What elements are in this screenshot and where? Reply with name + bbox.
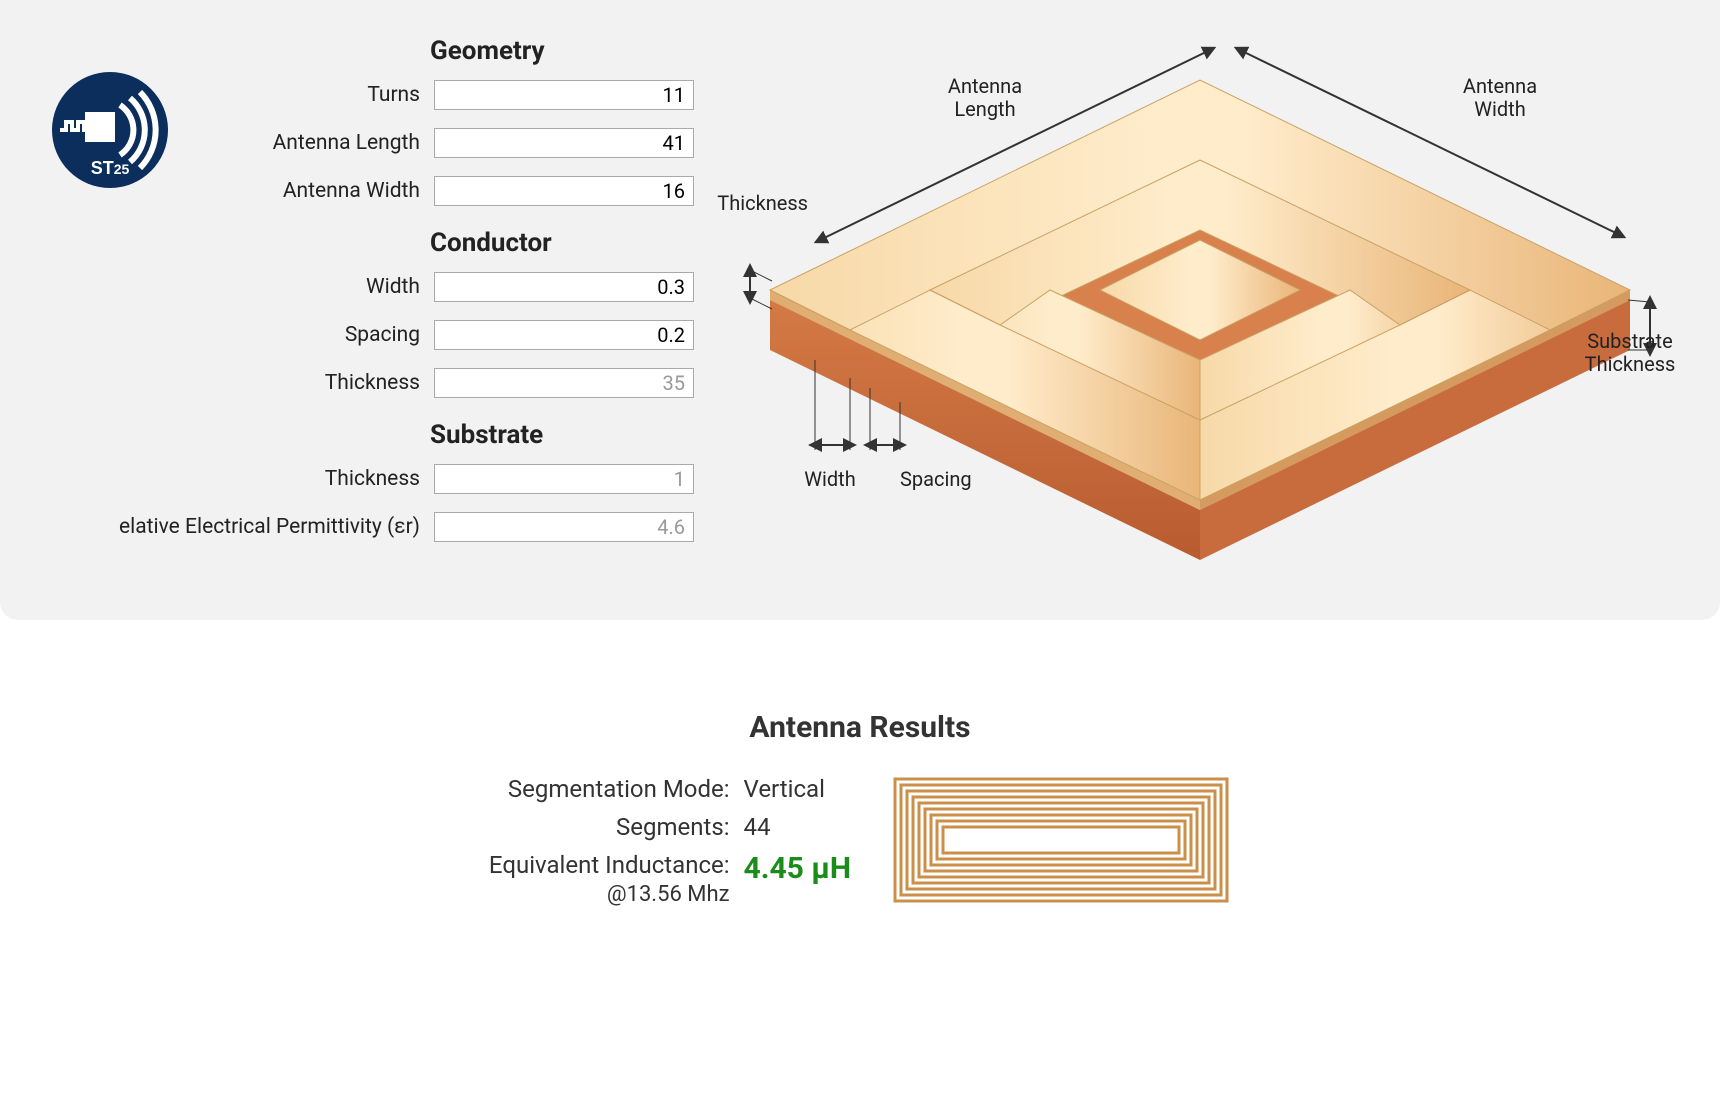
parameters-panel: ST25 Geometry Turns Antenna Length Anten… bbox=[0, 0, 1720, 620]
callout-substrate-thickness: SubstrateThickness bbox=[1570, 330, 1690, 376]
callout-thickness: Thickness bbox=[708, 192, 808, 215]
inductance-note: @13.56 Mhz bbox=[607, 882, 730, 907]
parameter-form: Geometry Turns Antenna Length Antenna Wi… bbox=[0, 20, 700, 554]
substrate-thickness-label: Thickness bbox=[0, 467, 434, 491]
seg-mode-value: Vertical bbox=[744, 775, 852, 803]
results-title: Antenna Results bbox=[0, 710, 1720, 745]
section-title-geometry: Geometry bbox=[430, 36, 700, 66]
results-panel: Antenna Results Segmentation Mode: Verti… bbox=[0, 710, 1720, 907]
antenna-width-input[interactable] bbox=[434, 176, 694, 206]
turns-label: Turns bbox=[0, 83, 434, 107]
segments-label: Segments: bbox=[489, 813, 730, 841]
antenna-length-label: Antenna Length bbox=[0, 131, 434, 155]
coil-preview-icon bbox=[891, 775, 1231, 905]
section-title-conductor: Conductor bbox=[430, 228, 700, 258]
section-title-substrate: Substrate bbox=[430, 420, 700, 450]
callout-antenna-width: AntennaWidth bbox=[1440, 75, 1560, 121]
substrate-thickness-input[interactable] bbox=[434, 464, 694, 494]
conductor-thickness-input[interactable] bbox=[434, 368, 694, 398]
antenna-length-input[interactable] bbox=[434, 128, 694, 158]
substrate-er-label: elative Electrical Permittivity (εr) bbox=[0, 515, 434, 539]
antenna-width-label: Antenna Width bbox=[0, 179, 434, 203]
conductor-width-label: Width bbox=[0, 275, 434, 299]
substrate-er-input[interactable] bbox=[434, 512, 694, 542]
callout-antenna-length: AntennaLength bbox=[925, 75, 1045, 121]
conductor-spacing-input[interactable] bbox=[434, 320, 694, 350]
conductor-width-input[interactable] bbox=[434, 272, 694, 302]
turns-input[interactable] bbox=[434, 80, 694, 110]
conductor-spacing-label: Spacing bbox=[0, 323, 434, 347]
callout-spacing: Spacing bbox=[900, 468, 1000, 491]
seg-mode-label: Segmentation Mode: bbox=[489, 775, 730, 803]
callout-width: Width bbox=[790, 468, 870, 491]
segments-value: 44 bbox=[744, 813, 852, 841]
inductance-value: 4.45 µH bbox=[744, 851, 852, 907]
conductor-thickness-label: Thickness bbox=[0, 371, 434, 395]
inductance-label: Equivalent Inductance: bbox=[489, 851, 730, 879]
